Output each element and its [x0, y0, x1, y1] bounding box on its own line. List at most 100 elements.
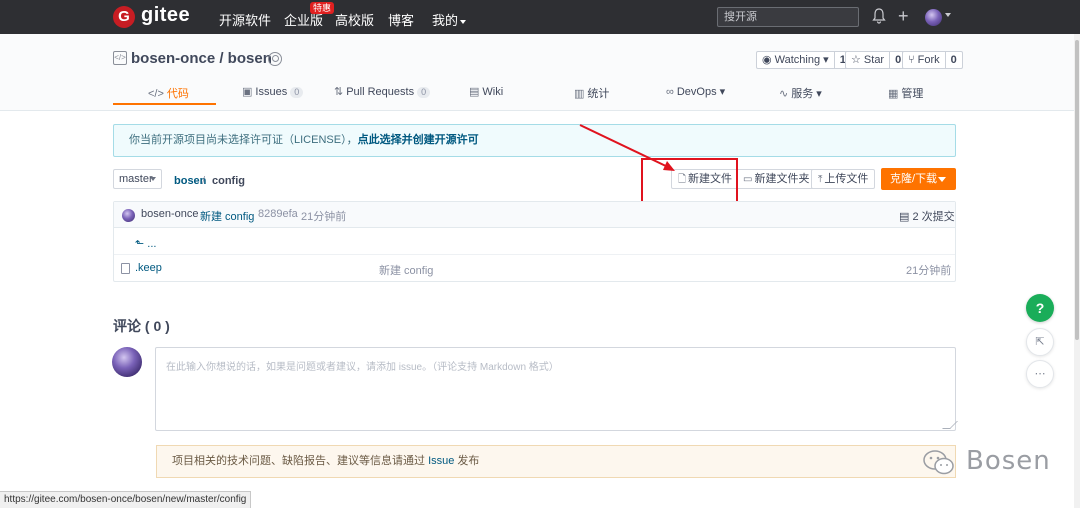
- upload-file-button[interactable]: ⤒ 上传文件: [811, 169, 876, 189]
- nav-open-source[interactable]: 开源软件: [219, 10, 271, 29]
- file-icon: [121, 263, 130, 274]
- star-label: Star: [863, 54, 885, 66]
- owner-badge-icon: [268, 52, 282, 66]
- status-bar-url: https://gitee.com/bosen-once/bosen/new/m…: [0, 491, 252, 508]
- notice-text: 项目相关的技术问题、缺陷报告、建议等信息请通过: [172, 455, 425, 467]
- tab-stats[interactable]: ▥ 统计: [574, 85, 609, 101]
- issue-link[interactable]: Issue: [428, 455, 454, 467]
- scrollbar-thumb[interactable]: [1075, 40, 1079, 340]
- issues-count: 0: [290, 87, 304, 98]
- avatar[interactable]: [112, 347, 142, 377]
- issue-notice: 项目相关的技术问题、缺陷报告、建议等信息请通过 Issue 发布: [156, 445, 956, 478]
- chat-icon[interactable]: ⋯: [1026, 360, 1054, 388]
- user-avatar[interactable]: [925, 9, 942, 26]
- back-arrow-icon: ⬑: [135, 238, 148, 250]
- infinity-icon: ∞: [666, 86, 674, 98]
- watch-label: Watching: [774, 54, 821, 66]
- commit-author-avatar[interactable]: [122, 209, 135, 222]
- commit-time: 21分钟前: [301, 211, 347, 223]
- nav-mine[interactable]: 我的: [432, 10, 467, 29]
- file-name[interactable]: .keep: [135, 262, 162, 274]
- chart-icon: ▥: [574, 88, 585, 100]
- chevron-down-icon[interactable]: [945, 13, 951, 17]
- gitee-logo-icon[interactable]: G: [113, 6, 135, 28]
- tab-wiki[interactable]: ▤ Wiki: [469, 85, 503, 98]
- gitee-logo-text[interactable]: gitee: [141, 4, 190, 27]
- fork-label: Fork: [917, 54, 940, 66]
- eye-icon: ◉: [762, 54, 775, 66]
- watch-button[interactable]: ◉ Watching ▾ 1: [756, 51, 852, 69]
- star-icon: ☆: [851, 54, 864, 66]
- tab-issues[interactable]: ▣ Issues 0: [242, 85, 304, 98]
- create-license-link[interactable]: 点此选择并创建开源许可: [358, 134, 479, 146]
- tab-code[interactable]: </> 代码: [148, 85, 189, 101]
- chevron-down-icon[interactable]: [938, 177, 946, 182]
- pulse-icon: ∿: [779, 88, 789, 100]
- comments-title: 评论 ( 0 ): [113, 318, 170, 334]
- tab-manage[interactable]: ▦ 管理: [888, 85, 923, 101]
- plus-icon[interactable]: +: [898, 6, 909, 26]
- fork-button[interactable]: ⑂ Fork 0: [902, 51, 963, 69]
- chevron-down-icon[interactable]: [150, 177, 156, 181]
- star-button[interactable]: ☆ Star 0: [845, 51, 908, 69]
- wechat-watermark-icon: [923, 450, 954, 475]
- upload-icon: ⤒: [818, 174, 823, 185]
- issue-icon: ▣: [242, 86, 253, 98]
- folder-icon: ▭: [743, 174, 753, 185]
- comment-input[interactable]: [155, 347, 956, 431]
- wiki-icon: ▤: [469, 86, 480, 98]
- tab-stats-label: 统计: [587, 88, 610, 100]
- fork-count[interactable]: 0: [946, 52, 962, 68]
- tab-pr-label: Pull Requests: [346, 86, 415, 98]
- tab-pull-requests[interactable]: ⇅ Pull Requests 0: [334, 85, 431, 98]
- license-notice: 你当前开源项目尚未选择许可证（LICENSE），点此选择并创建开源许可: [113, 124, 956, 157]
- active-tab-indicator: [113, 103, 216, 105]
- chevron-down-icon: ▾: [820, 54, 829, 66]
- pr-count: 0: [417, 87, 431, 98]
- file-commit-time: 21分钟前: [906, 265, 952, 277]
- tab-code-label: 代码: [166, 88, 189, 100]
- repo-title[interactable]: bosen-once / bosen: [131, 50, 272, 67]
- commit-author[interactable]: bosen-once: [141, 208, 199, 220]
- chevron-down-icon: ▾: [716, 86, 726, 98]
- chevron-down-icon: ▾: [813, 88, 822, 100]
- search-input[interactable]: [717, 7, 859, 27]
- parent-directory-link[interactable]: ⬑ ...: [135, 237, 156, 250]
- commit-hash[interactable]: 8289efa: [258, 208, 298, 220]
- file-commit-message[interactable]: 新建 config: [379, 262, 433, 278]
- tab-services-label: 服务: [791, 88, 814, 100]
- parent-directory-label: ...: [147, 238, 157, 250]
- tab-issues-label: Issues: [255, 86, 288, 98]
- new-folder-button[interactable]: ▭ 新建文件夹: [736, 169, 817, 189]
- chevron-down-icon: [460, 19, 467, 24]
- settings-icon: ▦: [888, 88, 899, 100]
- license-text: 你当前开源项目尚未选择许可证（LICENSE），: [129, 134, 358, 146]
- commit-count-label: 2 次提交: [912, 211, 955, 223]
- upload-label: 上传文件: [824, 173, 869, 185]
- repo-icon: </>: [113, 51, 127, 65]
- tab-devops[interactable]: ∞ DevOps ▾: [666, 85, 725, 98]
- nav-university[interactable]: 高校版: [335, 10, 374, 29]
- fork-icon: ⑂: [908, 54, 918, 66]
- tab-wiki-label: Wiki: [482, 86, 504, 98]
- bell-icon[interactable]: [872, 8, 886, 24]
- breadcrumb-separator: /: [202, 175, 206, 187]
- tab-services[interactable]: ∿ 服务 ▾: [779, 85, 822, 101]
- tab-manage-label: 管理: [901, 88, 924, 100]
- nav-mine-label: 我的: [432, 13, 459, 28]
- new-folder-label: 新建文件夹: [754, 173, 810, 185]
- share-icon[interactable]: ⇱: [1026, 328, 1054, 356]
- commit-count[interactable]: ▤ 2 次提交: [899, 208, 955, 224]
- breadcrumb-current-dir: config: [212, 175, 245, 187]
- pull-request-icon: ⇅: [334, 86, 344, 98]
- row-divider: [114, 254, 955, 255]
- notice-suffix: 发布: [457, 455, 480, 467]
- watermark-text: Bosen: [966, 446, 1051, 476]
- enterprise-promo-badge: 特惠: [310, 2, 335, 14]
- history-icon: ▤: [899, 211, 913, 223]
- code-icon: </>: [148, 88, 164, 100]
- tab-devops-label: DevOps: [676, 86, 717, 98]
- commit-message[interactable]: 新建 config: [200, 208, 254, 224]
- help-button[interactable]: ?: [1026, 294, 1054, 322]
- nav-blog[interactable]: 博客: [388, 10, 414, 29]
